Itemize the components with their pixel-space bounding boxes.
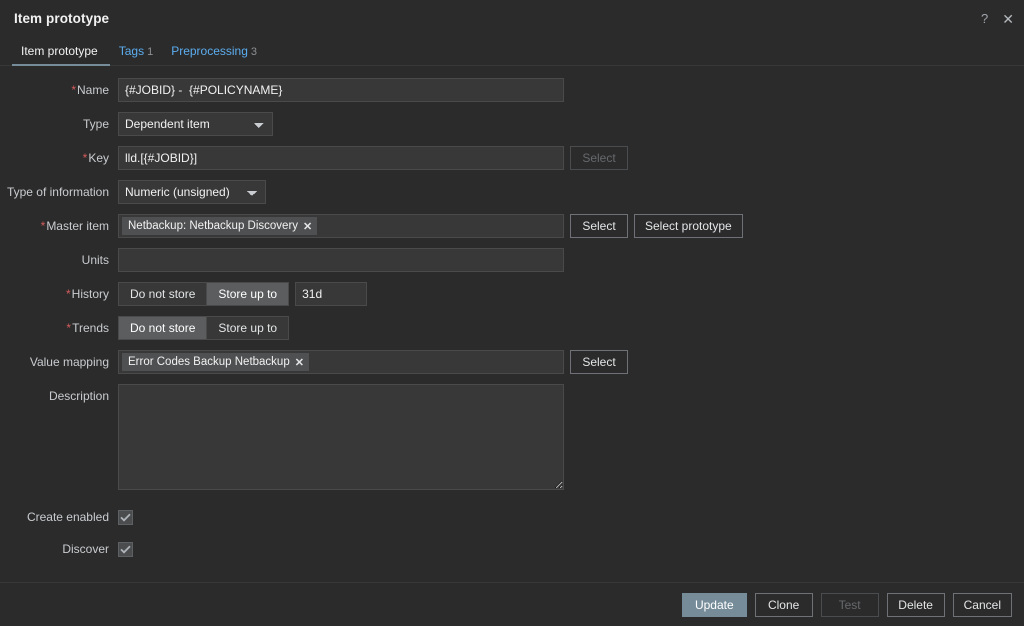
field-row-trends: *Trends Do not store Store up to bbox=[0, 316, 1024, 340]
master-item-chip-label: Netbackup: Netbackup Discovery bbox=[128, 220, 299, 232]
control-master-item: Netbackup: Netbackup Discovery ✕ Select … bbox=[118, 214, 743, 238]
discover-checkbox[interactable] bbox=[118, 542, 133, 557]
label-trends: *Trends bbox=[66, 321, 109, 335]
type-select[interactable]: Dependent item bbox=[118, 112, 273, 136]
control-type: Dependent item bbox=[118, 112, 273, 136]
update-button[interactable]: Update bbox=[681, 592, 747, 617]
label-key: *Key bbox=[82, 151, 109, 165]
field-row-units: Units bbox=[0, 248, 1024, 272]
item-prototype-form: *Name Type Dependent item *Key Select bbox=[0, 66, 1024, 582]
history-option-do-not-store[interactable]: Do not store bbox=[119, 283, 208, 305]
key-input[interactable] bbox=[118, 146, 564, 170]
units-input[interactable] bbox=[118, 248, 564, 272]
field-row-key: *Key Select bbox=[0, 146, 1024, 170]
clone-button[interactable]: Clone bbox=[754, 592, 813, 617]
field-row-history: *History Do not store Store up to bbox=[0, 282, 1024, 306]
label-description: Description bbox=[48, 389, 109, 403]
key-select-button[interactable]: Select bbox=[570, 146, 628, 170]
value-mapping-chip-label: Error Codes Backup Netbackup bbox=[128, 356, 290, 368]
required-asterisk-trends: * bbox=[66, 321, 72, 335]
required-asterisk-name: * bbox=[71, 83, 76, 97]
name-input[interactable] bbox=[118, 78, 564, 102]
master-item-select-prototype-button[interactable]: Select prototype bbox=[634, 214, 743, 238]
trends-toggle-group: Do not store Store up to bbox=[118, 316, 290, 340]
value-mapping-multiselect[interactable]: Error Codes Backup Netbackup ✕ bbox=[118, 350, 564, 374]
control-discover bbox=[118, 538, 133, 557]
label-discover: Discover bbox=[62, 542, 109, 556]
item-prototype-dialog: Item prototype ? ✕ Item prototype Tags 1 … bbox=[0, 0, 1024, 626]
control-description bbox=[118, 384, 564, 490]
create-enabled-checkbox[interactable] bbox=[118, 510, 133, 525]
field-row-discover: Discover bbox=[0, 538, 1024, 560]
tab-tags-count: 1 bbox=[147, 46, 154, 58]
check-icon bbox=[120, 513, 131, 522]
value-mapping-select-button[interactable]: Select bbox=[570, 350, 628, 374]
control-name bbox=[118, 78, 564, 102]
control-history: Do not store Store up to bbox=[118, 282, 368, 306]
control-type-of-information: Numeric (unsigned) bbox=[118, 180, 266, 204]
label-name: *Name bbox=[71, 83, 109, 97]
delete-button[interactable]: Delete bbox=[886, 592, 945, 617]
master-item-chip: Netbackup: Netbackup Discovery ✕ bbox=[122, 217, 318, 235]
cancel-button[interactable]: Cancel bbox=[952, 592, 1012, 617]
value-mapping-chip-remove-icon[interactable]: ✕ bbox=[295, 356, 304, 369]
test-button[interactable]: Test bbox=[820, 592, 879, 617]
label-type-of-information: Type of information bbox=[6, 185, 109, 199]
required-asterisk-history: * bbox=[65, 287, 71, 301]
tab-tags[interactable]: Tags 1 bbox=[110, 44, 162, 65]
control-value-mapping: Error Codes Backup Netbackup ✕ Select bbox=[118, 350, 628, 374]
dialog-title: Item prototype bbox=[14, 11, 110, 26]
field-row-type: Type Dependent item bbox=[0, 112, 1024, 136]
header-controls: ? ✕ bbox=[981, 0, 1014, 37]
label-history: *History bbox=[65, 287, 109, 301]
required-asterisk-master-item: * bbox=[40, 219, 46, 233]
field-row-master-item: *Master item Netbackup: Netbackup Discov… bbox=[0, 214, 1024, 238]
field-row-type-of-information: Type of information Numeric (unsigned) bbox=[0, 180, 1024, 204]
history-toggle-group: Do not store Store up to bbox=[118, 282, 290, 306]
history-option-store-up-to[interactable]: Store up to bbox=[207, 283, 289, 305]
dialog-header: Item prototype ? ✕ bbox=[0, 0, 1024, 37]
master-item-multiselect[interactable]: Netbackup: Netbackup Discovery ✕ bbox=[118, 214, 564, 238]
tab-preprocessing-count: 3 bbox=[250, 46, 258, 58]
type-of-information-select[interactable]: Numeric (unsigned) bbox=[118, 180, 266, 204]
history-duration-input[interactable] bbox=[295, 282, 368, 306]
control-key: Select bbox=[118, 146, 628, 170]
label-create-enabled: Create enabled bbox=[26, 510, 109, 524]
trends-option-do-not-store[interactable]: Do not store bbox=[119, 317, 208, 339]
label-units: Units bbox=[81, 253, 109, 267]
value-mapping-chip: Error Codes Backup Netbackup ✕ bbox=[122, 353, 309, 371]
description-textarea[interactable] bbox=[118, 384, 564, 490]
close-icon[interactable]: ✕ bbox=[1002, 12, 1014, 26]
field-row-name: *Name bbox=[0, 78, 1024, 102]
help-icon[interactable]: ? bbox=[981, 12, 988, 25]
control-create-enabled bbox=[118, 506, 133, 525]
trends-option-store-up-to[interactable]: Store up to bbox=[207, 317, 289, 339]
tab-preprocessing-label: Preprocessing bbox=[171, 44, 248, 58]
master-item-chip-remove-icon[interactable]: ✕ bbox=[303, 220, 312, 233]
field-row-value-mapping: Value mapping Error Codes Backup Netback… bbox=[0, 350, 1024, 374]
label-master-item: *Master item bbox=[40, 219, 109, 233]
check-icon bbox=[120, 545, 131, 554]
tab-item-prototype[interactable]: Item prototype bbox=[12, 44, 110, 66]
master-item-select-button[interactable]: Select bbox=[570, 214, 628, 238]
tab-tags-label: Tags bbox=[118, 44, 145, 58]
label-type: Type bbox=[82, 117, 109, 131]
control-trends: Do not store Store up to bbox=[118, 316, 290, 340]
tab-preprocessing[interactable]: Preprocessing 3 bbox=[162, 44, 266, 65]
required-asterisk-key: * bbox=[82, 151, 88, 165]
field-row-description: Description bbox=[0, 384, 1024, 490]
tab-item-prototype-label: Item prototype bbox=[21, 44, 98, 58]
label-value-mapping: Value mapping bbox=[29, 355, 109, 369]
dialog-footer: Update Clone Test Delete Cancel bbox=[0, 582, 1024, 626]
field-row-create-enabled: Create enabled bbox=[0, 506, 1024, 528]
control-units bbox=[118, 248, 564, 272]
tab-bar: Item prototype Tags 1 Preprocessing 3 bbox=[0, 37, 1024, 66]
